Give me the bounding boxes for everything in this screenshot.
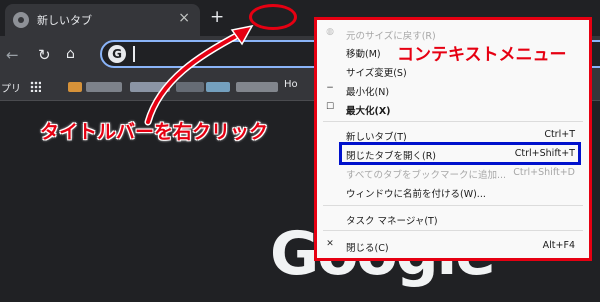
menu-item-minimize[interactable]: − 最小化(N): [317, 81, 589, 99]
bookmark-apps-label[interactable]: プリ: [1, 80, 21, 95]
menu-item-label: 新しいタブ(T): [346, 132, 407, 143]
chrome-icon: [13, 12, 29, 28]
annotation-ellipse: [249, 4, 297, 30]
text-caret: [133, 46, 135, 62]
bookmark-item[interactable]: [176, 82, 204, 92]
maximize-icon: ☐: [325, 102, 335, 112]
menu-item-label: すべてのタブをブックマークに追加...: [346, 170, 507, 181]
bookmark-item[interactable]: [130, 82, 170, 92]
bookmark-item[interactable]: [86, 82, 122, 92]
menu-item-close[interactable]: ✕ 閉じる(C) Alt+F4: [317, 237, 589, 255]
menu-item-bookmark-all-tabs[interactable]: すべてのタブをブックマークに追加... Ctrl+Shift+D: [317, 164, 589, 182]
menu-separator: [323, 205, 583, 206]
menu-separator: [323, 121, 583, 122]
menu-item-label: 閉じる(C): [346, 243, 389, 254]
annotation-highlight-box: [339, 142, 581, 165]
new-tab-button[interactable]: +: [210, 7, 224, 27]
back-icon[interactable]: ←: [6, 46, 19, 64]
google-g-icon: G: [108, 45, 126, 63]
close-tab-icon[interactable]: ×: [178, 10, 190, 26]
tab-title: 新しいタブ: [37, 14, 92, 27]
menu-item-name-window[interactable]: ウィンドウに名前を付ける(W)...: [317, 183, 589, 201]
home-icon[interactable]: ⌂: [66, 46, 75, 62]
bookmark-item[interactable]: [236, 82, 278, 92]
menu-item-label: タスク マネージャ(T): [346, 216, 438, 227]
menu-item-label: サイズ変更(S): [346, 68, 407, 79]
reload-icon[interactable]: ↻: [38, 46, 51, 64]
bookmark-item[interactable]: [68, 82, 82, 92]
menu-item-shortcut: Ctrl+T: [544, 129, 575, 140]
menu-item-maximize[interactable]: ☐ 最大化(X): [317, 100, 589, 118]
apps-grid-icon[interactable]: [30, 81, 41, 92]
menu-item-label: 移動(M): [346, 49, 381, 60]
menu-item-label: 最大化(X): [346, 106, 391, 117]
minimize-icon: −: [326, 83, 334, 93]
bookmark-item[interactable]: [206, 82, 230, 92]
menu-item-shortcut: Alt+F4: [542, 240, 575, 251]
menu-item-label: ウィンドウに名前を付ける(W)...: [346, 189, 486, 200]
menu-item-label: 最小化(N): [346, 87, 390, 98]
annotation-label: タイトルバーを右クリック: [40, 121, 269, 143]
annotation-menu-title: コンテキストメニュー: [397, 45, 567, 65]
context-menu: ◍ 元のサイズに戻す(R) 移動(M) サイズ変更(S) − 最小化(N) ☐ …: [314, 17, 592, 261]
restore-icon: ◍: [326, 27, 334, 37]
close-icon: ✕: [326, 239, 334, 249]
menu-item-shortcut: Ctrl+Shift+D: [513, 167, 575, 178]
menu-separator: [323, 230, 583, 231]
tab-new-tab[interactable]: 新しいタブ ×: [5, 4, 200, 36]
bookmark-item-label[interactable]: Ho: [284, 79, 298, 90]
menu-item-task-manager[interactable]: タスク マネージャ(T): [317, 210, 589, 228]
